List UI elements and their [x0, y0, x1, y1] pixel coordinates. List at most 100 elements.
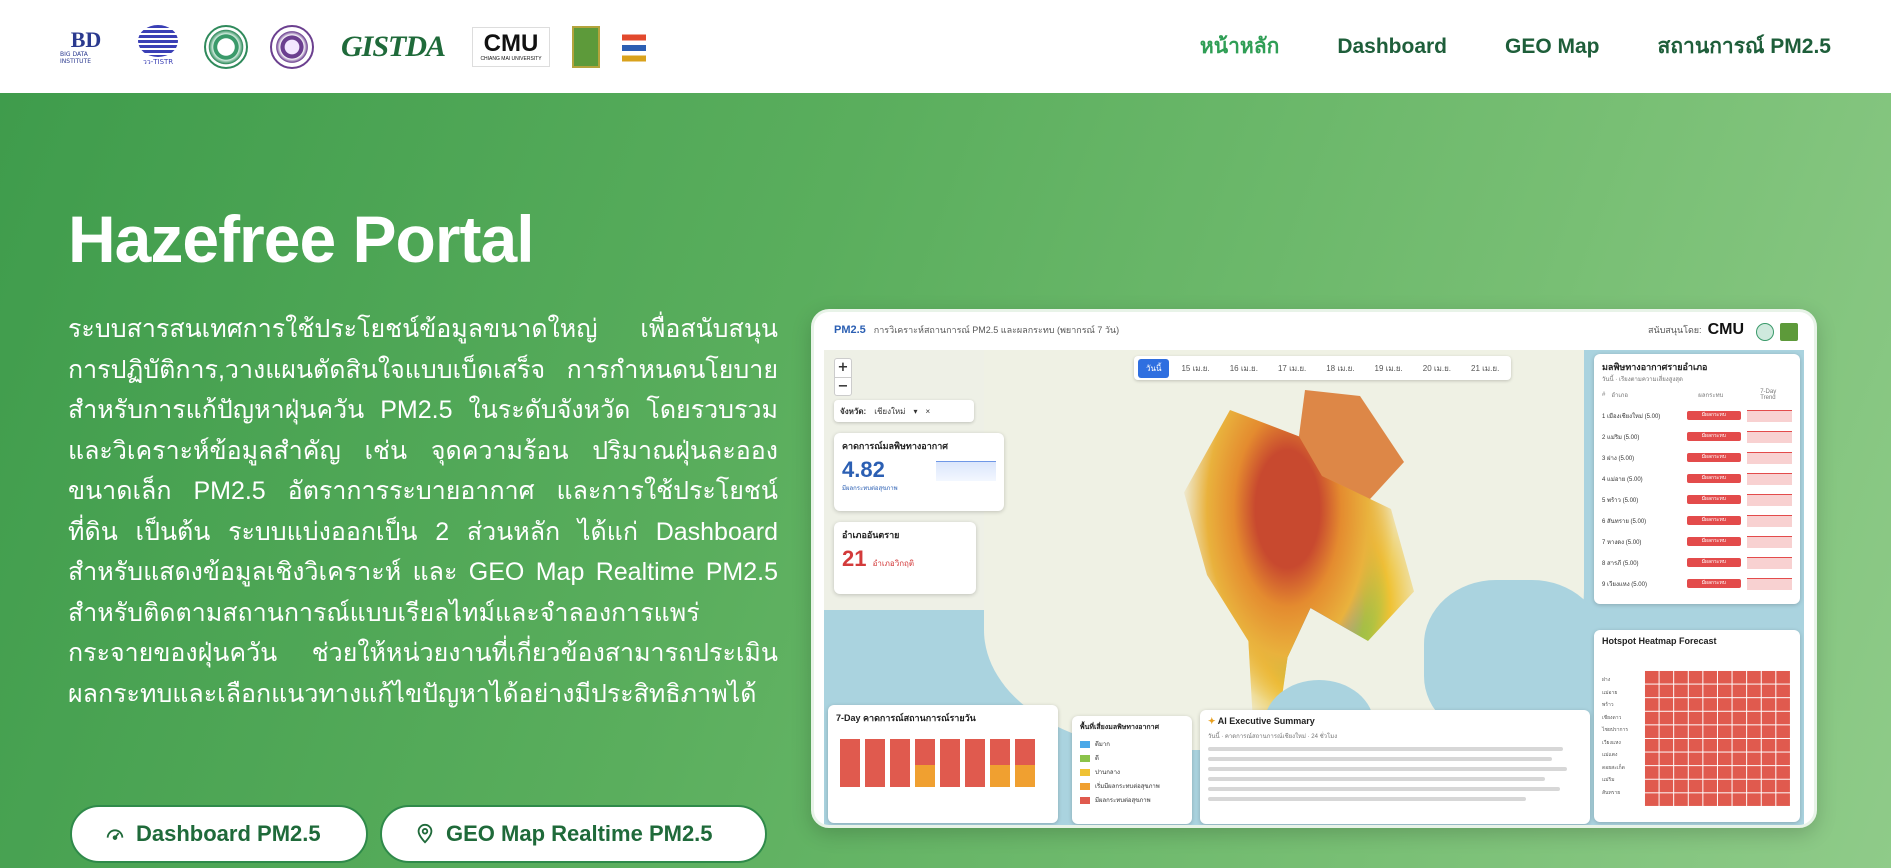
- legend-label: ดี: [1095, 756, 1099, 762]
- trend-sparkline: [1747, 577, 1792, 590]
- dashboard-preview: PM2.5 การวิเคราะห์สถานการณ์ PM2.5 และผลก…: [811, 309, 1817, 828]
- rank-row[interactable]: 5 พร้าว (5.00) มีผลกระทบ: [1602, 489, 1792, 510]
- trend-sparkline: [1747, 556, 1792, 569]
- impact-badge: มีผลกระทบ: [1686, 579, 1742, 588]
- impact-badge: มีผลกระทบ: [1686, 537, 1742, 546]
- legend-title: พื้นที่เสี่ยงมลพิษทางอากาศ: [1080, 724, 1160, 731]
- trend-sparkline: [1747, 430, 1792, 443]
- aq-status: มีผลกระทบต่อสุขภาพ: [842, 486, 898, 492]
- sparkle-icon: ✦: [1208, 716, 1216, 726]
- impact-badge: มีผลกระทบ: [1686, 474, 1742, 483]
- danger-unit: อำเภอวิกฤติ: [872, 559, 915, 568]
- trend-sparkline: [1747, 514, 1792, 527]
- rank-district: 5 พร้าว (5.00): [1602, 497, 1639, 504]
- gauge-icon: [106, 829, 124, 840]
- partner-logos: BD BIG DATA INSTITUTE วว-TISTR GISTDA CMU…: [60, 24, 646, 70]
- rank-row[interactable]: 8 สารภี (5.00) มีผลกระทบ: [1602, 552, 1792, 573]
- preview-header: PM2.5 การวิเคราะห์สถานการณ์ PM2.5 และผลก…: [814, 312, 1814, 348]
- tab-day[interactable]: 19 เม.ย.: [1367, 359, 1411, 378]
- day-tabs: วันนี้ 15 เม.ย. 16 เม.ย. 17 เม.ย. 18 เม.…: [1134, 356, 1512, 380]
- legend-item: ดีมาก: [1080, 737, 1184, 751]
- impact-badge: มีผลกระทบ: [1686, 558, 1742, 567]
- heatmap-title: Hotspot Heatmap Forecast: [1602, 636, 1717, 646]
- rank-district: 6 สันทราย (5.00): [1602, 518, 1647, 525]
- main-menu: หน้าหลัก Dashboard GEO Map สถานการณ์ PM2…: [1200, 30, 1831, 63]
- preview-support: สนับสนุนโดย: CMU: [1648, 321, 1744, 339]
- rank-district: 1 เมืองเชียงใหม่ (5.00): [1602, 413, 1661, 420]
- legend-item: ปานกลาง: [1080, 765, 1184, 779]
- province-label: จังหวัด:: [840, 406, 867, 416]
- preview-seal-logo: [1780, 323, 1798, 341]
- royal-seal-logo[interactable]: [270, 24, 314, 69]
- zoom-in-button[interactable]: +: [835, 359, 851, 377]
- pm25-map[interactable]: + − วันนี้ 15 เม.ย. 16 เม.ย. 17 เม.ย. 18…: [824, 350, 1804, 825]
- chevron-down-icon: ▾: [913, 406, 918, 416]
- risk-legend-card: พื้นที่เสี่ยงมลพิษทางอากาศ ดีมาก ดี ปานก…: [1072, 716, 1192, 824]
- menu-home[interactable]: หน้าหลัก: [1200, 30, 1279, 63]
- rank-row[interactable]: 6 สันทราย (5.00) มีผลกระทบ: [1602, 510, 1792, 531]
- heatmap-row-label: เวียงแหง: [1602, 739, 1621, 746]
- tab-day[interactable]: 17 เม.ย.: [1270, 359, 1314, 378]
- hotspot-heatmap-card: Hotspot Heatmap Forecast ฝาง แม่อาย พร้าวเ…: [1594, 630, 1800, 822]
- trend-sparkline: [1747, 451, 1792, 464]
- district-ranking-card: มลพิษทางอากาศรายอำเภอ วันนี้ · เรียงตามค…: [1594, 354, 1800, 604]
- trend-sparkline: [1747, 409, 1792, 422]
- trend-sparkline: [1747, 472, 1792, 485]
- gistda-logo[interactable]: GISTDA: [336, 24, 450, 70]
- menu-dashboard[interactable]: Dashboard: [1337, 35, 1447, 59]
- tab-day[interactable]: 20 เม.ย.: [1415, 359, 1459, 378]
- ai-summary-card: ✦ AI Executive Summary วันนี้ · คาดการณ์…: [1200, 710, 1590, 824]
- rank-row[interactable]: 3 ฝาง (5.00) มีผลกระทบ: [1602, 447, 1792, 468]
- aq-title: คาดการณ์มลพิษทางอากาศ: [842, 441, 948, 451]
- heatmap-row-label: ไชยปราการ: [1602, 727, 1629, 733]
- tistr-logo[interactable]: วว-TISTR: [134, 24, 182, 70]
- tab-today[interactable]: วันนี้: [1138, 358, 1170, 378]
- rank-row[interactable]: 2 แม่ริม (5.00) มีผลกระทบ: [1602, 426, 1792, 447]
- danger-value: 21: [842, 546, 867, 571]
- trend-sparkline: [1747, 535, 1792, 548]
- heatmap-row-label: เชียงดาว: [1602, 714, 1622, 721]
- legend-item: เริ่มมีผลกระทบต่อสุขภาพ: [1080, 779, 1184, 793]
- tab-day[interactable]: 18 เม.ย.: [1318, 359, 1362, 378]
- preview-subtitle: การวิเคราะห์สถานการณ์ PM2.5 และผลกระทบ (…: [873, 325, 1120, 335]
- rank-row[interactable]: 4 แม่อาย (5.00) มีผลกระทบ: [1602, 468, 1792, 489]
- rank-row[interactable]: 7 หางดง (5.00) มีผลกระทบ: [1602, 531, 1792, 552]
- rank-header: #: [1602, 391, 1606, 398]
- tab-day[interactable]: 16 เม.ย.: [1222, 359, 1266, 378]
- tab-day[interactable]: 21 เม.ย.: [1463, 359, 1507, 378]
- bdi-logo[interactable]: BD BIG DATA INSTITUTE: [60, 24, 112, 70]
- zoom-out-button[interactable]: −: [835, 377, 851, 395]
- onep-logo[interactable]: [204, 24, 248, 69]
- geo-map-realtime-button[interactable]: GEO Map Realtime PM2.5: [380, 805, 767, 863]
- close-icon[interactable]: ×: [925, 407, 930, 416]
- rank-district: 8 สารภี (5.00): [1602, 560, 1639, 567]
- rank-district: 9 เวียงแหง (5.00): [1602, 581, 1647, 588]
- hero-section: Hazefree Portal ระบบสารสนเทศการใช้ประโยช…: [0, 93, 1891, 868]
- heatmap-grid[interactable]: [1644, 670, 1790, 806]
- tab-day[interactable]: 15 เม.ย.: [1173, 359, 1217, 378]
- legend-label: ดีมาก: [1095, 742, 1110, 748]
- air-quality-card: คาดการณ์มลพิษทางอากาศ 4.82 มีผลกระทบต่อส…: [834, 433, 1004, 511]
- heatmap-row-label: ดอยสะเก็ด: [1602, 764, 1625, 771]
- dashboard-button-label: Dashboard PM2.5: [136, 821, 321, 846]
- rank-row[interactable]: 9 เวียงแหง (5.00) มีผลกระทบ: [1602, 573, 1792, 594]
- rank-district: 4 แม่อาย (5.00): [1602, 476, 1643, 483]
- menu-pm25-situation[interactable]: สถานการณ์ PM2.5: [1658, 30, 1831, 63]
- impact-badge: มีผลกระทบ: [1686, 453, 1742, 462]
- forecast-bar-chart: [840, 739, 1035, 787]
- impact-badge: มีผลกระทบ: [1686, 432, 1742, 441]
- seal-logo[interactable]: [572, 25, 600, 68]
- rank-row[interactable]: 1 เมืองเชียงใหม่ (5.00) มีผลกระทบ: [1602, 405, 1792, 426]
- rank-list: 1 เมืองเชียงใหม่ (5.00) มีผลกระทบ 2 แม่ร…: [1602, 405, 1792, 594]
- legend-label: มีผลกระทบต่อสุขภาพ: [1095, 798, 1151, 804]
- province-select[interactable]: จังหวัด: เชียงใหม่ ▾ ×: [834, 400, 974, 422]
- legend-label: ปานกลาง: [1095, 770, 1120, 776]
- danger-district-card: อำเภออันตราย 21 อำเภอวิกฤติ: [834, 522, 976, 594]
- flag-logo[interactable]: [622, 25, 646, 68]
- cmu-logo[interactable]: CMU CHIANG MAI UNIVERSITY: [472, 26, 550, 67]
- ai-subtitle: วันนี้ · คาดการณ์สถานการณ์เชียงใหม่ · 24…: [1208, 734, 1338, 740]
- legend-item: ดี: [1080, 751, 1184, 765]
- menu-geo-map[interactable]: GEO Map: [1505, 35, 1600, 59]
- dashboard-pm25-button[interactable]: Dashboard PM2.5: [70, 805, 368, 863]
- preview-cmu-logo: CMU: [1707, 321, 1744, 338]
